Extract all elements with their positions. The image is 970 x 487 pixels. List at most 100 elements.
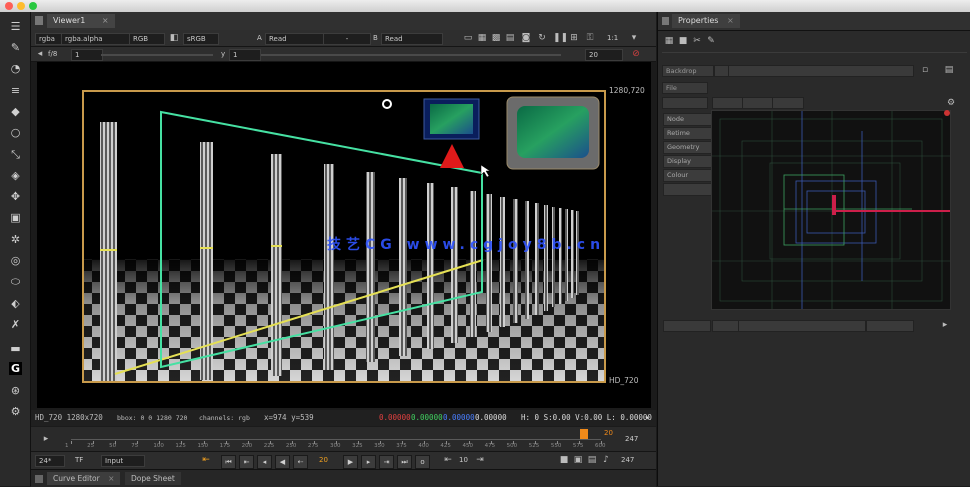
properties-dropdown[interactable]: Backdrop xyxy=(662,65,714,77)
side-button-extra[interactable] xyxy=(663,183,712,196)
colorspace-dropdown[interactable]: RGB xyxy=(129,33,165,45)
properties-icon-a[interactable]: ▫ xyxy=(920,65,930,75)
clock-icon[interactable]: ◔ xyxy=(9,62,22,75)
panel-menu-icon-bottom[interactable] xyxy=(35,475,43,483)
pause-icon[interactable]: ❚❚ xyxy=(553,33,568,43)
mode-dropdown[interactable]: Input xyxy=(101,455,145,467)
panel-menu-icon[interactable] xyxy=(35,16,43,25)
loop-button[interactable]: o xyxy=(415,455,430,469)
timeline[interactable]: ▸ 1 25 50 75 100 125 150 175 200 225 250 275 300 325 3… xyxy=(31,427,656,451)
panel-icon[interactable]: ▬ xyxy=(9,342,22,355)
close-window-button[interactable] xyxy=(5,2,13,10)
first-frame-button[interactable]: ⏮ xyxy=(221,455,236,469)
tab-properties[interactable]: Properties × xyxy=(672,14,740,28)
gamma-input[interactable]: 1 xyxy=(229,49,261,61)
gamma-slider[interactable] xyxy=(261,54,561,56)
node-preview-panel[interactable] xyxy=(711,110,951,310)
properties-file-field[interactable]: File xyxy=(662,82,708,94)
tab-curve-editor[interactable]: Curve Editor × xyxy=(47,472,121,485)
a-input-dropdown[interactable]: Read xyxy=(265,33,327,45)
side-button-display[interactable]: Display xyxy=(663,155,712,168)
properties-icon-b[interactable]: ▤ xyxy=(944,65,954,75)
properties-settings-icon[interactable]: ⚙ xyxy=(946,98,956,108)
ring-icon[interactable]: ◎ xyxy=(9,254,22,267)
arrow-left-icon[interactable]: ◂ xyxy=(35,49,45,59)
properties-footer-button-1[interactable] xyxy=(663,320,711,332)
drop-icon[interactable]: ◆ xyxy=(9,105,22,118)
grid-icon[interactable]: ▦ xyxy=(477,33,487,43)
status-menu-icon[interactable]: ▾ xyxy=(645,410,650,426)
particles-icon[interactable]: ✲ xyxy=(9,233,22,246)
b-input-dropdown[interactable]: Read xyxy=(381,33,443,45)
properties-row-field[interactable] xyxy=(662,97,708,109)
move-icon[interactable]: ✥ xyxy=(9,190,22,203)
in-point-icon[interactable]: ⇤ xyxy=(201,455,211,465)
pen-icon[interactable]: ✎ xyxy=(9,41,22,54)
end-frame[interactable]: 247 xyxy=(621,455,634,465)
properties-button-3[interactable] xyxy=(772,97,804,109)
menu-icon[interactable]: ☰ xyxy=(9,20,22,33)
step-back-button[interactable]: ⇠ xyxy=(293,455,308,469)
step-increment[interactable]: 10 xyxy=(459,455,468,465)
zoom-level[interactable]: 1:1 xyxy=(607,33,618,43)
checker-icon[interactable]: ▩ xyxy=(491,33,501,43)
properties-footer-button-3[interactable] xyxy=(866,320,914,332)
ellipse-icon[interactable]: ⬭ xyxy=(9,275,22,288)
camera-icon[interactable]: ◙ xyxy=(521,33,531,43)
flipbook-icon[interactable]: ▤ xyxy=(587,455,597,465)
side-button-retime[interactable]: Retime xyxy=(663,127,712,140)
transform-icon[interactable]: ⤡ xyxy=(9,148,22,161)
eraser-icon[interactable]: ⬖ xyxy=(9,297,22,310)
stop-square-icon[interactable]: ■ xyxy=(559,455,569,465)
wand-icon[interactable]: ✂ xyxy=(692,36,702,46)
tf-dropdown[interactable]: TF xyxy=(75,455,83,465)
viewer-canvas[interactable]: 1280,720 HD_720 技艺CG www.cgjoy8b.cn xyxy=(37,62,651,408)
g-logo-icon[interactable]: G xyxy=(9,362,22,375)
fps-dropdown[interactable]: 24* xyxy=(35,455,65,467)
pivot-handle[interactable] xyxy=(382,99,392,109)
properties-button-2[interactable] xyxy=(742,97,774,109)
tools-icon[interactable]: ✗ xyxy=(9,318,22,331)
playhead[interactable] xyxy=(579,429,588,439)
record-square-icon[interactable]: ▣ xyxy=(573,455,583,465)
cube-icon[interactable]: ▣ xyxy=(9,211,22,224)
properties-button-1[interactable] xyxy=(712,97,744,109)
globe-icon[interactable]: ⊛ xyxy=(9,384,22,397)
current-frame[interactable]: 20 xyxy=(319,455,328,465)
channel-dropdown[interactable]: rgba.alpha xyxy=(61,33,131,45)
settings-icon[interactable]: ⚙ xyxy=(9,405,22,418)
refresh-icon[interactable]: ↻ xyxy=(537,33,547,43)
timeline-track[interactable] xyxy=(71,439,601,440)
zoom-window-button[interactable] xyxy=(29,2,37,10)
gain-input[interactable]: 1 xyxy=(71,49,103,61)
swatch-icon[interactable]: ◧ xyxy=(169,33,179,43)
brush-icon[interactable]: ✎ xyxy=(706,36,716,46)
tab-dope-sheet[interactable]: Dope Sheet xyxy=(125,472,181,485)
timeline-start-icon[interactable]: ▸ xyxy=(41,434,51,444)
camera-marker-triangle[interactable] xyxy=(440,144,464,168)
zoom-menu-icon[interactable]: ▾ xyxy=(629,33,639,43)
side-button-node[interactable]: Node xyxy=(663,113,712,126)
properties-footer-icon[interactable]: ▸ xyxy=(940,320,950,330)
properties-footer-button-2[interactable] xyxy=(712,320,740,332)
next-keyframe-button[interactable]: ⇥ xyxy=(379,455,394,469)
monitor-icon[interactable]: ▤ xyxy=(505,33,515,43)
side-button-colour[interactable]: Colour xyxy=(663,169,712,182)
stop-icon[interactable]: ⊘ xyxy=(631,49,641,59)
properties-panel-menu-icon[interactable] xyxy=(662,17,669,25)
black-swatch-icon[interactable]: ■ xyxy=(678,36,688,46)
last-frame-button[interactable]: ⏭ xyxy=(397,455,412,469)
close-properties-icon[interactable]: × xyxy=(727,16,734,25)
play-forward-button[interactable]: ▶ xyxy=(343,455,358,469)
close-tab-icon[interactable]: × xyxy=(102,16,109,25)
next-frame-button[interactable]: ▸ xyxy=(361,455,376,469)
play-backward-button[interactable]: ◀ xyxy=(275,455,290,469)
composite-dropdown[interactable]: - xyxy=(323,33,371,45)
roi-icon[interactable]: ▭ xyxy=(463,33,473,43)
step-back-increment-icon[interactable]: ⇤ xyxy=(443,455,453,465)
circle-icon[interactable]: ○ xyxy=(9,126,22,139)
gain-slider[interactable] xyxy=(101,54,213,56)
step-forward-increment-icon[interactable]: ⇥ xyxy=(475,455,485,465)
tab-viewer[interactable]: Viewer1 × xyxy=(47,14,115,28)
frame-input[interactable]: 20 xyxy=(585,49,623,61)
